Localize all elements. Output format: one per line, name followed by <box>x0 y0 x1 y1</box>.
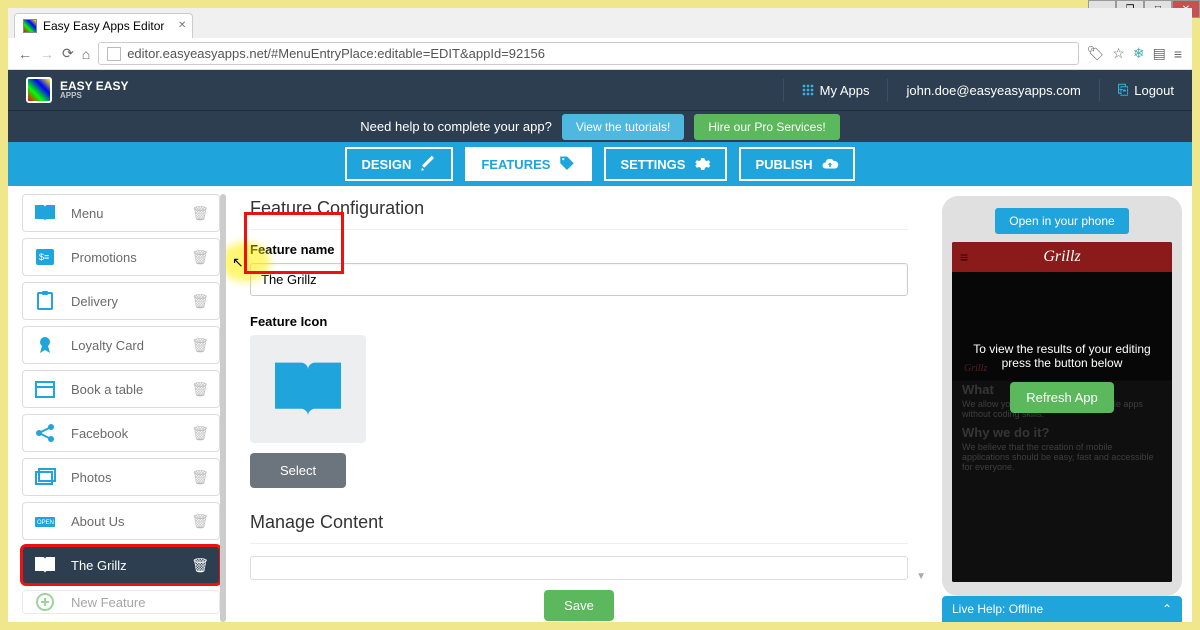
receipt-icon: $≡ <box>33 247 57 267</box>
tag-icon <box>558 155 576 173</box>
tab-close-icon[interactable]: ✕ <box>178 20 186 31</box>
apps-grid-icon <box>802 84 814 96</box>
hamburger-icon[interactable]: ≡ <box>960 249 968 265</box>
save-button[interactable]: Save <box>544 590 614 621</box>
sidebar-item-photos[interactable]: Photos 🗑 <box>22 458 220 496</box>
url-input[interactable] <box>127 46 1069 61</box>
bookmark-star-icon[interactable]: ☆ <box>1112 45 1125 62</box>
app-header: EASY EASY APPS My Apps john.doe@easyeasy… <box>8 70 1192 110</box>
reload-button[interactable]: ⟳ <box>62 45 74 62</box>
select-icon-button[interactable]: Select <box>250 453 346 488</box>
preview-pane: Open in your phone ≡ Grillz Grillz What … <box>932 186 1192 622</box>
sidebar-item-about[interactable]: OPEN About Us 🗑 <box>22 502 220 540</box>
phone-screen: ≡ Grillz Grillz What We allow you to cre… <box>952 242 1172 582</box>
overlay-text: To view the results of your editing pres… <box>952 342 1172 370</box>
trash-icon[interactable]: 🗑 <box>191 337 209 354</box>
sidebar-item-book-table[interactable]: Book a table 🗑 <box>22 370 220 408</box>
sidebar-item-grillz[interactable]: The Grillz 🗑 <box>22 546 220 584</box>
content-editor-placeholder[interactable] <box>250 556 908 580</box>
feature-icon-preview <box>250 335 366 443</box>
live-help-bar[interactable]: Live Help: Offline ⌃ <box>942 596 1182 622</box>
browser-tab[interactable]: Easy Easy Apps Editor ✕ <box>14 13 193 38</box>
preview-overlay: To view the results of your editing pres… <box>952 272 1172 582</box>
svg-text:$≡: $≡ <box>39 252 49 262</box>
brand-logo-icon <box>26 77 52 103</box>
ribbon-icon <box>33 335 57 355</box>
feature-icon-label: Feature Icon <box>250 314 908 329</box>
trash-icon[interactable]: 🗑 <box>191 469 209 486</box>
page-icon <box>107 47 121 61</box>
book-icon <box>33 203 57 223</box>
my-apps-link[interactable]: My Apps <box>802 83 870 98</box>
svg-text:OPEN: OPEN <box>37 520 54 526</box>
feature-name-input[interactable] <box>250 263 908 296</box>
trash-icon[interactable]: 🗑 <box>191 205 209 222</box>
help-prompt: Need help to complete your app? <box>360 119 552 134</box>
nav-publish[interactable]: PUBLISH <box>739 147 854 181</box>
main-nav: DESIGN FEATURES SETTINGS PUBLISH <box>8 142 1192 186</box>
phone-topbar: ≡ Grillz <box>952 242 1172 272</box>
nav-design[interactable]: DESIGN <box>345 147 453 181</box>
brand-sub: APPS <box>60 92 128 100</box>
main-panel: Feature Configuration ↖ Feature name Fea… <box>226 186 932 622</box>
panel-title: Feature Configuration <box>250 198 908 219</box>
cloud-upload-icon <box>821 155 839 173</box>
book-icon <box>33 555 57 575</box>
bookmark-page-icon[interactable]: 🏷 <box>1087 45 1105 62</box>
share-icon <box>33 423 57 443</box>
book-icon <box>268 356 348 422</box>
brand[interactable]: EASY EASY APPS <box>26 77 128 103</box>
phone-app-logo: Grillz <box>1043 248 1080 266</box>
browser-tabbar: Easy Easy Apps Editor ✕ <box>8 8 1192 38</box>
nav-settings[interactable]: SETTINGS <box>604 147 727 181</box>
trash-icon[interactable]: 🗑 <box>191 381 209 398</box>
back-button[interactable]: ← <box>18 46 32 62</box>
sidebar-item-facebook[interactable]: Facebook 🗑 <box>22 414 220 452</box>
photos-icon <box>33 467 57 487</box>
trash-icon[interactable]: 🗑 <box>191 513 209 530</box>
calendar-icon <box>33 379 57 399</box>
clipboard-icon <box>33 291 57 311</box>
brush-icon <box>419 155 437 173</box>
scroll-down-icon[interactable]: ▼ <box>916 571 926 582</box>
favicon-icon <box>23 19 37 33</box>
sidebar-item-loyalty[interactable]: Loyalty Card 🗑 <box>22 326 220 364</box>
user-email[interactable]: john.doe@easyeasyapps.com <box>906 83 1080 98</box>
cursor-icon: ↖ <box>232 254 244 271</box>
sidebar-item-promotions[interactable]: $≡ Promotions 🗑 <box>22 238 220 276</box>
trash-icon[interactable]: 🗑 <box>191 425 209 442</box>
trash-icon[interactable]: 🗑 <box>191 293 209 310</box>
home-button[interactable]: ⌂ <box>82 46 90 62</box>
feature-sidebar: Menu 🗑 $≡ Promotions 🗑 Delivery 🗑 Loyalt… <box>8 186 226 622</box>
extension-icon[interactable]: ❄ <box>1133 45 1145 62</box>
trash-icon[interactable]: 🗑 <box>191 557 209 574</box>
browser-menu-icon[interactable]: ≡ <box>1174 46 1182 62</box>
url-box[interactable] <box>98 42 1078 65</box>
browser-toolbar: ← → ⟳ ⌂ 🏷 ☆ ❄ ▤ ≡ <box>8 38 1192 70</box>
logout-link[interactable]: ⎘ Logout <box>1118 82 1174 98</box>
open-sign-icon: OPEN <box>33 511 57 531</box>
nav-features[interactable]: FEATURES <box>465 147 592 181</box>
sidebar-item-menu[interactable]: Menu 🗑 <box>22 194 220 232</box>
manage-content-title: Manage Content <box>250 512 908 533</box>
extension-bars-icon[interactable]: ▤ <box>1153 45 1166 62</box>
sidebar-item-delivery[interactable]: Delivery 🗑 <box>22 282 220 320</box>
view-tutorials-button[interactable]: View the tutorials! <box>562 114 685 140</box>
refresh-app-button[interactable]: Refresh App <box>1010 382 1114 413</box>
hire-pro-button[interactable]: Hire our Pro Services! <box>694 114 839 140</box>
logout-icon: ⎘ <box>1118 82 1128 98</box>
help-strip: Need help to complete your app? View the… <box>8 110 1192 142</box>
forward-button[interactable]: → <box>40 46 54 62</box>
live-help-text: Live Help: Offline <box>952 602 1043 616</box>
tab-title: Easy Easy Apps Editor <box>43 19 164 33</box>
sidebar-item-new-feature[interactable]: New Feature <box>22 590 220 614</box>
phone-frame: Open in your phone ≡ Grillz Grillz What … <box>942 196 1182 596</box>
chevron-up-icon: ⌃ <box>1162 602 1172 616</box>
plus-circle-icon <box>33 592 57 612</box>
trash-icon[interactable]: 🗑 <box>191 249 209 266</box>
open-in-phone-button[interactable]: Open in your phone <box>995 208 1128 234</box>
feature-name-label: Feature name <box>250 242 908 257</box>
gear-icon <box>693 155 711 173</box>
